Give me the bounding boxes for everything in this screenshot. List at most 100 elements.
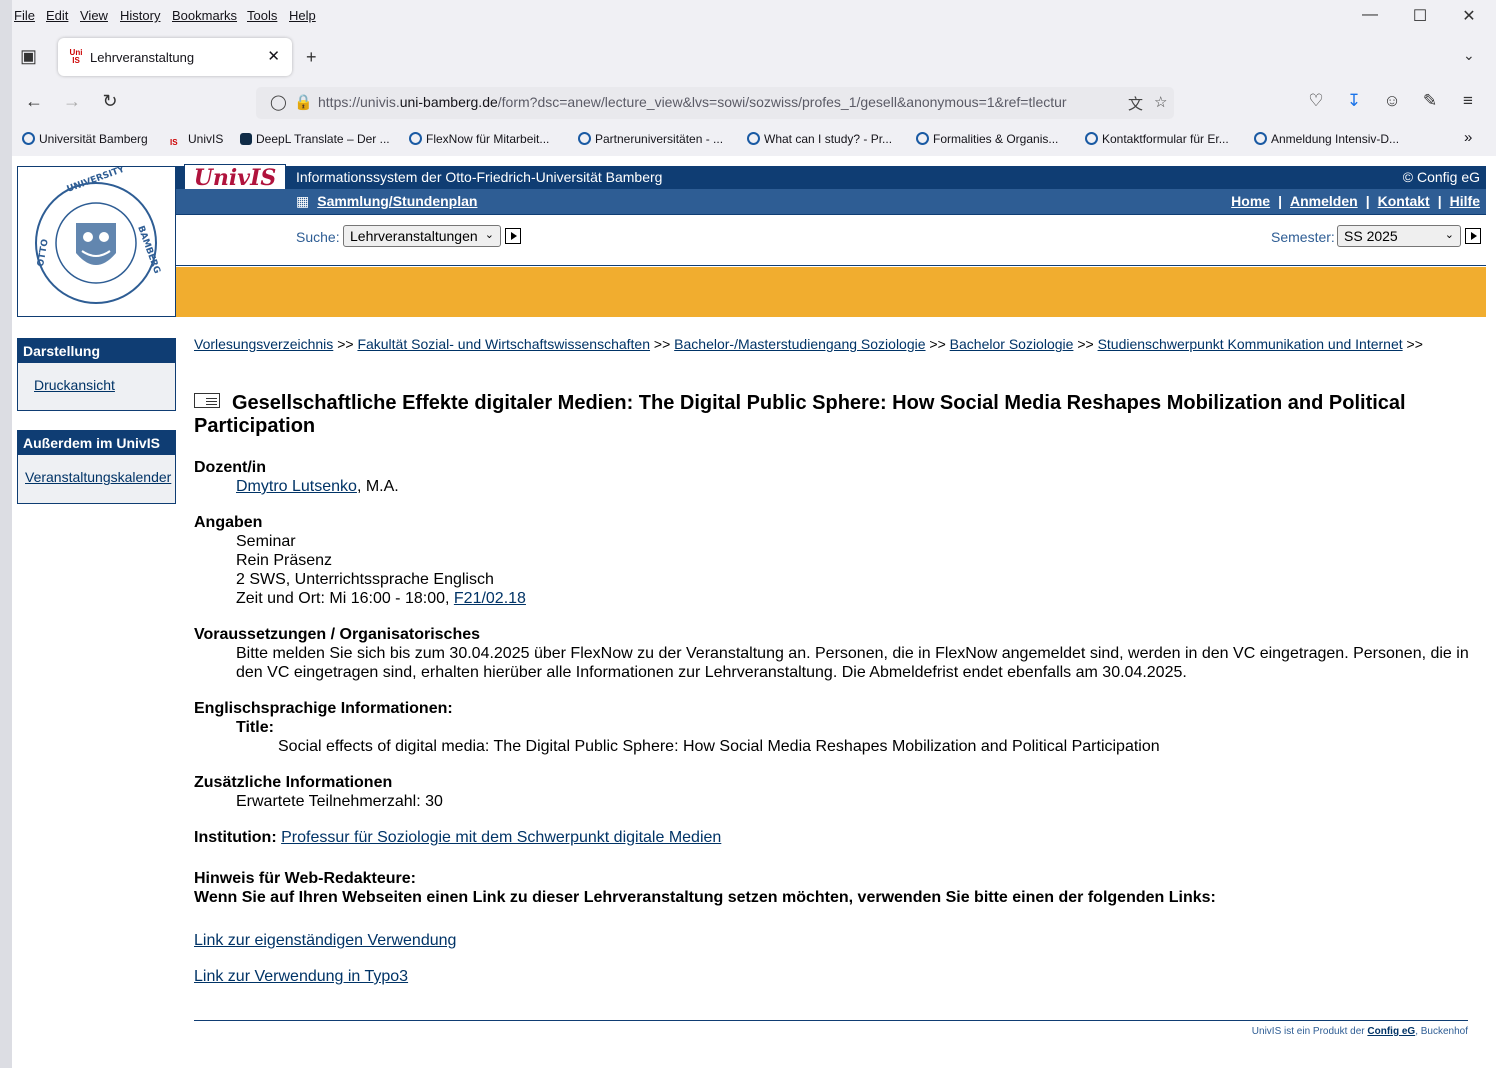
bookmark-item[interactable]: What can I study? - Pr...: [747, 132, 892, 146]
search-label: Suche:: [296, 229, 340, 245]
tab-list-chevron-icon[interactable]: ⌄: [1463, 47, 1475, 64]
seal-icon: UNIVERSITY BAMBERG OTTO: [35, 164, 162, 304]
tab-strip: ▣ Uni IS Lehrveranstaltung ✕ + ⌄: [12, 34, 1496, 80]
config-link[interactable]: Config eG: [1367, 1026, 1415, 1037]
menu-edit[interactable]: Edit: [46, 8, 68, 23]
bookmark-item[interactable]: IS UnivIS: [170, 132, 223, 151]
semester-select[interactable]: SS 2025 ⌄: [1337, 225, 1461, 247]
svg-text:BAMBERG: BAMBERG: [135, 225, 162, 276]
englisch-section: Englischsprachige Informationen: Title: …: [194, 700, 1160, 755]
bookmark-globe-icon: [409, 132, 422, 145]
menu-history[interactable]: History: [120, 8, 160, 23]
semester-go-button[interactable]: [1464, 228, 1481, 244]
univis-logo[interactable]: UnivIS: [184, 164, 286, 191]
bookmark-globe-icon: [916, 132, 929, 145]
minimize-icon[interactable]: —: [1358, 6, 1382, 24]
menu-bar: File Edit View History Bookmarks Tools H…: [12, 0, 1496, 34]
sidebar-title: Darstellung: [18, 339, 175, 363]
bookmark-globe-icon: [578, 132, 591, 145]
breadcrumb-item[interactable]: Studienschwerpunkt Kommunikation und Int…: [1098, 336, 1403, 352]
back-icon[interactable]: ←: [22, 91, 46, 112]
menu-hamburger-icon[interactable]: ≡: [1456, 91, 1480, 111]
nav-kontakt[interactable]: Kontakt: [1378, 193, 1430, 209]
nav-hilfe[interactable]: Hilfe: [1450, 193, 1480, 209]
svg-text:OTTO: OTTO: [36, 238, 51, 267]
footer: UnivIS ist ein Produkt der Config eG, Bu…: [1251, 1026, 1468, 1037]
univis-favicon-icon: Uni IS: [69, 48, 83, 65]
menu-tools[interactable]: Tools: [247, 8, 277, 23]
menu-help[interactable]: Help: [289, 8, 316, 23]
room-link[interactable]: F21/02.18: [454, 590, 526, 607]
shield-icon[interactable]: ◯: [270, 93, 287, 111]
tab-label: Lehrveranstaltung: [90, 50, 195, 65]
new-tab-icon[interactable]: +: [306, 47, 317, 68]
pocket-icon[interactable]: ♡: [1304, 91, 1328, 111]
druckansicht-link[interactable]: Druckansicht: [34, 377, 115, 393]
search-row: Suche: Lehrveranstaltungen ⌄ Semester: SS…: [176, 214, 1486, 266]
sammlung-link[interactable]: ▦ Sammlung/Stundenplan: [296, 193, 477, 210]
bookmark-item[interactable]: Anmeldung Intensiv-D...: [1254, 132, 1399, 146]
dozent-link[interactable]: Dmytro Lutsenko: [236, 478, 357, 495]
bookmark-item[interactable]: Universität Bamberg: [22, 132, 148, 146]
menu-file[interactable]: File: [14, 8, 35, 23]
url-bar[interactable]: ◯ 🔒 https://univis.uni-bamberg.de/form?d…: [256, 87, 1174, 119]
url-text[interactable]: https://univis.uni-bamberg.de/form?dsc=a…: [318, 94, 1118, 110]
hinweis-section: Hinweis für Web-Redakteure: Wenn Sie auf…: [194, 870, 1216, 906]
menu-bookmarks[interactable]: Bookmarks: [172, 8, 237, 23]
angaben-section: Angaben Seminar Rein Präsenz 2 SWS, Unte…: [194, 514, 526, 607]
search-go-button[interactable]: [504, 228, 521, 244]
nav-anmelden[interactable]: Anmelden: [1290, 193, 1358, 209]
tab-close-icon[interactable]: ✕: [267, 47, 280, 65]
bookmark-globe-icon: [1254, 132, 1267, 145]
lock-icon[interactable]: 🔒: [294, 93, 313, 111]
page-content: UNIVERSITY BAMBERG OTTO UnivIS Informati…: [12, 156, 1496, 1068]
typo3-section: Link zur Verwendung in Typo3: [194, 967, 1474, 986]
close-window-icon[interactable]: ✕: [1457, 6, 1481, 26]
copyright: © Config eG: [1402, 169, 1480, 185]
sidebar-title: Außerdem im UnivIS: [18, 431, 175, 455]
univis-favicon-icon: IS: [170, 138, 178, 147]
veranstaltungskalender-link[interactable]: Veranstaltungskalender: [25, 469, 171, 485]
bookmark-item[interactable]: Formalities & Organis...: [916, 132, 1058, 146]
svg-text:UNIVERSITY: UNIVERSITY: [66, 167, 127, 195]
institution-section: Institution: Professur für Soziologie mi…: [194, 829, 722, 846]
account-icon[interactable]: ☺: [1380, 91, 1404, 111]
breadcrumb: Vorlesungsverzeichnis >> Fakultät Sozial…: [194, 336, 1423, 352]
bookmark-item[interactable]: Partneruniversitäten - ...: [578, 132, 723, 146]
chevron-down-icon: ⌄: [1444, 229, 1454, 241]
breadcrumb-item[interactable]: Bachelor Soziologie: [950, 336, 1074, 352]
bookmark-item[interactable]: DeepL Translate – Der ...: [240, 132, 390, 146]
breadcrumb-item[interactable]: Bachelor-/Masterstudiengang Soziologie: [674, 336, 925, 352]
standalone-link[interactable]: Link zur eigenständigen Verwendung: [194, 932, 456, 949]
bookmark-globe-icon: [1085, 132, 1098, 145]
download-icon[interactable]: ↧: [1342, 91, 1366, 111]
menu-view[interactable]: View: [80, 8, 108, 23]
translate-icon[interactable]: 文: [1128, 93, 1143, 114]
course-title: Gesellschaftliche Effekte digitaler Medi…: [194, 392, 1406, 437]
nav-home[interactable]: Home: [1231, 193, 1270, 209]
timetable-icon[interactable]: [194, 393, 220, 408]
chevron-down-icon: ⌄: [484, 229, 494, 241]
institution-link[interactable]: Professur für Soziologie mit dem Schwerp…: [281, 829, 721, 846]
bookmark-star-icon[interactable]: ☆: [1154, 93, 1167, 111]
main-content: Vorlesungsverzeichnis >> Fakultät Sozial…: [194, 336, 1484, 1037]
univis-top-bar: UnivIS Informationssystem der Otto-Fried…: [176, 164, 1486, 191]
bookmark-item[interactable]: FlexNow für Mitarbeit...: [409, 132, 549, 146]
typo3-link[interactable]: Link zur Verwendung in Typo3: [194, 968, 408, 985]
breadcrumb-item[interactable]: Vorlesungsverzeichnis: [194, 336, 333, 352]
university-seal-logo: UNIVERSITY BAMBERG OTTO: [17, 164, 176, 317]
footer-divider: [194, 1020, 1468, 1021]
deepl-icon: [240, 133, 252, 145]
extensions-icon[interactable]: ✎: [1418, 91, 1442, 111]
maximize-icon[interactable]: ☐: [1408, 6, 1432, 26]
search-category-select[interactable]: Lehrveranstaltungen ⌄: [343, 225, 501, 247]
bookmarks-overflow-icon[interactable]: »: [1464, 129, 1472, 146]
sidebar-ausserdem: Außerdem im UnivIS Veranstaltungskalende…: [17, 430, 176, 504]
reload-icon[interactable]: ↻: [98, 91, 122, 112]
tab-overview-icon[interactable]: ▣: [20, 46, 37, 67]
navigation-toolbar: ← → ↻ ◯ 🔒 https://univis.uni-bamberg.de/…: [12, 82, 1496, 124]
bookmark-item[interactable]: Kontaktformular für Er...: [1085, 132, 1229, 146]
forward-icon[interactable]: →: [60, 91, 84, 112]
tab-lehrveranstaltung[interactable]: Uni IS Lehrveranstaltung ✕: [58, 38, 292, 76]
breadcrumb-item[interactable]: Fakultät Sozial- und Wirtschaftswissensc…: [357, 336, 650, 352]
